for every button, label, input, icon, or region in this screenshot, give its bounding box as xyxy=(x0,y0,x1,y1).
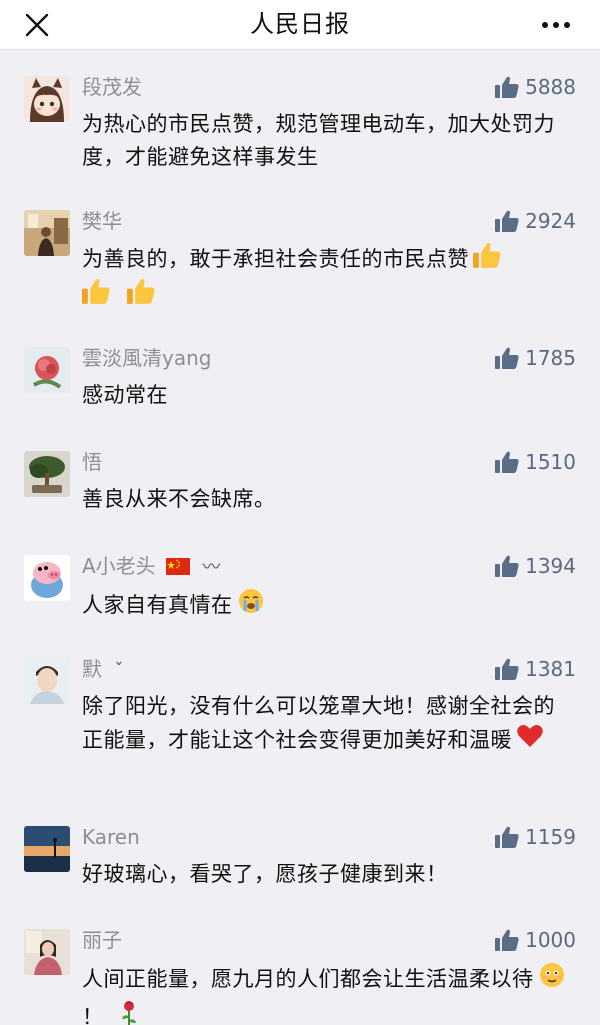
avatar[interactable] xyxy=(24,929,70,975)
avatar[interactable] xyxy=(24,658,70,704)
like-count: 1510 xyxy=(525,450,576,474)
commenter-name[interactable]: 雲淡風清yang xyxy=(82,345,211,371)
like-count: 1000 xyxy=(525,928,576,952)
commenter-name[interactable]: 丽子 xyxy=(82,927,122,953)
comment-list: 段茂发 5888 为热心的市民点赞，规范管理电动车，加大处罚力度，才能避免这样事… xyxy=(0,51,600,1025)
avatar[interactable] xyxy=(24,210,70,256)
avatar[interactable] xyxy=(24,76,70,122)
thumbs-up-emoji-icon xyxy=(473,242,501,278)
comment-text: 除了阳光，没有什么可以笼罩大地！感谢全社会的正能量，才能让这个社会变得更加美好和… xyxy=(82,694,555,752)
comment-text: 善良从来不会缺席。 xyxy=(82,487,276,511)
rose-emoji-icon xyxy=(118,999,140,1025)
like-button[interactable]: 1510 xyxy=(495,449,576,475)
commenter-name[interactable]: 樊华 xyxy=(82,208,122,234)
thumbs-up-emoji-icon xyxy=(82,278,110,314)
commenter-name-block[interactable]: 默 ˇ xyxy=(82,656,123,684)
comment-text-block: 为善良的，敢于承担社会责任的市民点赞 xyxy=(82,242,576,314)
like-count: 1159 xyxy=(525,825,576,849)
like-button[interactable]: 1785 xyxy=(495,345,576,371)
avatar[interactable] xyxy=(24,555,70,601)
thumbs-up-icon xyxy=(495,210,519,232)
like-count: 5888 xyxy=(525,75,576,99)
like-button[interactable]: 2924 xyxy=(495,208,576,234)
comment-text: 人家自有真情在 xyxy=(82,593,233,617)
comment-text-block: 除了阳光，没有什么可以笼罩大地！感谢全社会的正能量，才能让这个社会变得更加美好和… xyxy=(82,690,576,759)
like-count: 1381 xyxy=(525,657,576,681)
like-count: 1394 xyxy=(525,554,576,578)
like-button[interactable]: 5888 xyxy=(495,74,576,100)
name-extra: 〰 xyxy=(202,557,221,578)
nav-header: 人民日报 xyxy=(0,0,600,50)
like-button[interactable]: 1394 xyxy=(495,553,576,579)
commenter-name: A小老头 xyxy=(82,554,156,578)
like-count: 2924 xyxy=(525,209,576,233)
red-heart-emoji-icon xyxy=(516,723,544,759)
avatar[interactable] xyxy=(24,826,70,872)
comment-text-block: 人家自有真情在 xyxy=(82,587,576,625)
china-flag-icon xyxy=(166,555,191,581)
comment-text-tail: ！ xyxy=(82,1005,104,1025)
like-button[interactable]: 1381 xyxy=(495,656,576,682)
comment-text: 好玻璃心，看哭了，愿孩子健康到来！ xyxy=(82,862,448,886)
thumbs-up-icon xyxy=(495,76,519,98)
thumbs-up-icon xyxy=(495,555,519,577)
name-extra: ˇ xyxy=(114,660,124,681)
comment-text: 感动常在 xyxy=(82,383,168,407)
thumbs-up-icon xyxy=(495,658,519,680)
commenter-name[interactable]: 段茂发 xyxy=(82,74,142,100)
comment-text-block: 人间正能量，愿九月的人们都会让生活温柔以待 ！ xyxy=(82,961,576,1025)
thumbs-up-icon xyxy=(495,929,519,951)
page-title: 人民日报 xyxy=(250,10,350,38)
thumbs-up-icon xyxy=(495,451,519,473)
commenter-name-block[interactable]: A小老头 〰 xyxy=(82,553,220,581)
commenter-name[interactable]: Karen xyxy=(82,824,140,850)
commenter-name: 默 xyxy=(82,657,102,681)
avatar[interactable] xyxy=(24,451,70,497)
more-button[interactable] xyxy=(534,8,578,42)
thumbs-up-emoji-icon xyxy=(127,278,155,314)
like-button[interactable]: 1000 xyxy=(495,927,576,953)
like-button[interactable]: 1159 xyxy=(495,824,576,850)
avatar[interactable] xyxy=(24,347,70,393)
like-count: 1785 xyxy=(525,346,576,370)
commenter-name[interactable]: 悟 xyxy=(82,449,102,475)
blushing-face-emoji-icon xyxy=(538,961,566,999)
more-icon xyxy=(542,22,570,28)
comment-text: 人间正能量，愿九月的人们都会让生活温柔以待 xyxy=(82,967,534,991)
comment-text: 为善良的，敢于承担社会责任的市民点赞 xyxy=(82,247,469,271)
thumbs-up-icon xyxy=(495,826,519,848)
thumbs-up-icon xyxy=(495,347,519,369)
comment-text: 为热心的市民点赞，规范管理电动车，加大处罚力度，才能避免这样事发生 xyxy=(82,112,555,169)
crying-face-emoji-icon xyxy=(237,587,265,625)
